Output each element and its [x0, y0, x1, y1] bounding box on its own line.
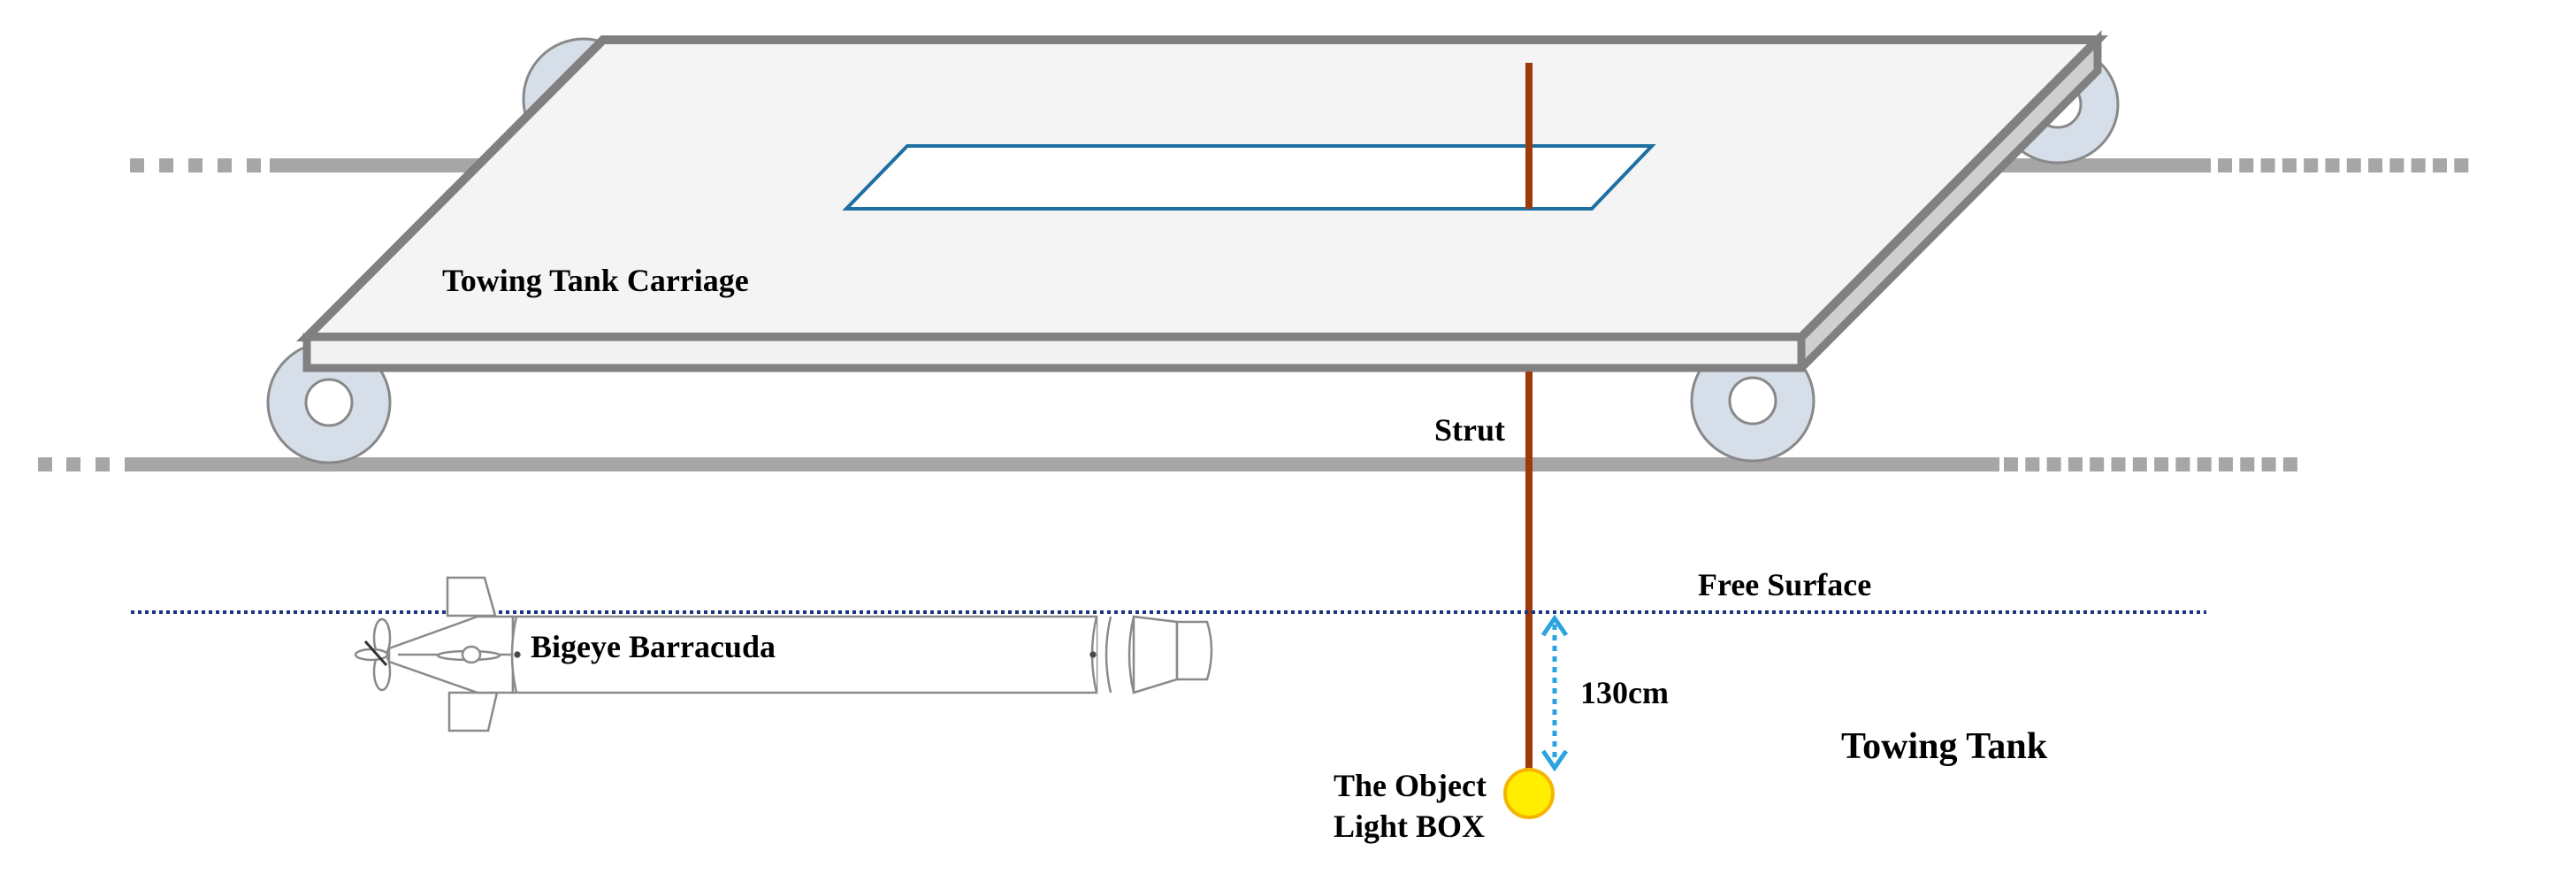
carriage-label: Towing Tank Carriage: [442, 263, 749, 298]
rail-dash: [2197, 457, 2212, 472]
towing-tank-label: Towing Tank: [1841, 726, 2048, 767]
rail-dash: [2260, 158, 2275, 172]
depth-label: 130cm: [1580, 675, 1669, 710]
rail-dash: [2090, 457, 2105, 472]
rail-dash: [188, 158, 203, 172]
depth-indicator: [1540, 614, 1569, 772]
rail-dash: [2304, 158, 2319, 172]
rail-dash: [2219, 457, 2233, 472]
rail-dash: [2004, 457, 2018, 472]
rail-dash: [2282, 158, 2297, 172]
rail-dashes-right: [2004, 457, 2297, 472]
rail-solid: [125, 457, 1999, 472]
rail-dash: [2368, 158, 2383, 172]
rail-dash: [2346, 158, 2361, 172]
auv-bigeye-barracuda: [354, 576, 1213, 732]
rail-dash: [2111, 457, 2126, 472]
rail-dash: [2325, 158, 2340, 172]
towing-tank-carriage: [295, 30, 2109, 378]
rail-dash: [2218, 158, 2232, 172]
rail-dash: [2389, 158, 2404, 172]
auv-nose-taper: [1132, 615, 1179, 694]
rail-dash: [2025, 457, 2040, 472]
rail-dash: [2175, 457, 2190, 472]
object-light-box: [1503, 768, 1555, 819]
free-surface-label: Free Surface: [1698, 567, 1871, 602]
rail-dash: [2411, 158, 2426, 172]
auv-nose-cap: [1175, 620, 1213, 681]
rail-dash: [218, 158, 232, 172]
rail-dash: [2154, 457, 2169, 472]
auv-hub: [461, 645, 482, 664]
rail-dash: [2068, 457, 2083, 472]
rail-dash: [66, 457, 80, 472]
rail-dash: [2046, 457, 2061, 472]
rail-dash: [2240, 457, 2255, 472]
front-rail: [38, 457, 2297, 472]
rail-dash: [38, 457, 52, 472]
auv-ring: [1105, 616, 1112, 694]
towing-tank-diagram: Towing Tank Carriage Strut Free Surface …: [38, 30, 2469, 844]
rail-dash: [2239, 158, 2254, 172]
rail-dash: [2282, 457, 2297, 472]
rail-dash: [2132, 457, 2147, 472]
auv-upper-fin: [446, 576, 497, 617]
rail-dashes-right: [2218, 158, 2469, 172]
rail-dash: [130, 158, 144, 172]
auv-rivet: [1089, 651, 1097, 658]
strut-label: Strut: [1434, 412, 1505, 448]
rail-dash: [2454, 158, 2469, 172]
rail-dash: [2261, 457, 2276, 472]
auv-lower-fin: [447, 691, 499, 732]
auv-rivet: [514, 651, 521, 658]
auv-label: Bigeye Barracuda: [531, 629, 776, 664]
rail-dash: [2433, 158, 2447, 172]
rail-dash: [159, 158, 173, 172]
object-label-line2: Light BOX: [1334, 809, 1485, 844]
rail-dash: [247, 158, 261, 172]
object-label-line1: The Object: [1334, 768, 1487, 803]
auv-propeller-hub: [354, 648, 389, 662]
carriage-front-edge: [302, 333, 1806, 372]
rail-dash: [96, 457, 110, 472]
